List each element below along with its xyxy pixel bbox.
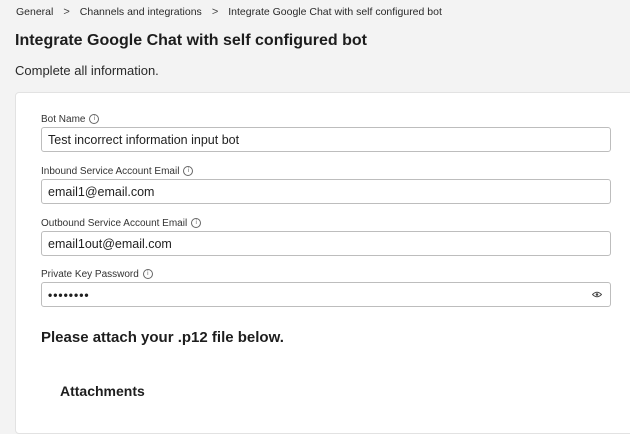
outbound-email-input[interactable]: email1out@email.com xyxy=(41,231,611,256)
info-icon[interactable]: i xyxy=(183,166,194,176)
password-value: •••••••• xyxy=(48,287,90,302)
breadcrumb-item-general[interactable]: General xyxy=(16,6,53,18)
page-subtitle: Complete all information. xyxy=(15,63,159,78)
breadcrumb-separator: > xyxy=(211,6,219,18)
inbound-email-label: Inbound Service Account Email i xyxy=(41,165,611,177)
inbound-email-input[interactable]: email1@email.com xyxy=(41,179,611,204)
private-key-password-field: Private Key Password i •••••••• xyxy=(41,268,611,307)
private-key-password-label: Private Key Password i xyxy=(41,268,611,280)
breadcrumb-item-current: Integrate Google Chat with self configur… xyxy=(228,6,442,18)
breadcrumb-item-channels[interactable]: Channels and integrations xyxy=(80,6,202,18)
private-key-password-input[interactable]: •••••••• xyxy=(41,282,611,307)
attachments-heading: Attachments xyxy=(60,383,145,399)
bot-name-input[interactable]: Test incorrect information input bot xyxy=(41,127,611,152)
info-icon[interactable]: i xyxy=(191,218,202,228)
breadcrumb-separator: > xyxy=(63,6,70,18)
bot-name-field: Bot Name i Test incorrect information in… xyxy=(41,113,611,152)
attach-prompt: Please attach your .p12 file below. xyxy=(41,329,284,346)
info-icon[interactable]: i xyxy=(142,269,153,279)
eye-icon[interactable] xyxy=(592,291,602,298)
form-card: Bot Name i Test incorrect information in… xyxy=(15,92,630,434)
outbound-email-field: Outbound Service Account Email i email1o… xyxy=(41,217,611,256)
outbound-email-label: Outbound Service Account Email i xyxy=(41,217,611,229)
breadcrumb: General > Channels and integrations > In… xyxy=(16,6,442,18)
bot-name-label: Bot Name i xyxy=(41,113,611,125)
inbound-email-field: Inbound Service Account Email i email1@e… xyxy=(41,165,611,204)
info-icon[interactable]: i xyxy=(89,114,100,124)
page-title: Integrate Google Chat with self configur… xyxy=(15,32,368,49)
